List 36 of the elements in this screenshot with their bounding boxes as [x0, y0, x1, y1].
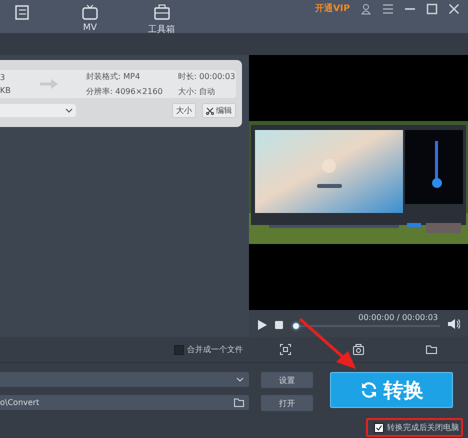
settings-button[interactable]: 设置	[261, 372, 313, 388]
duration-text: 时长: 00:00:03	[178, 71, 236, 82]
shutdown-checkbox[interactable]: 转换完成后关闭电脑	[374, 422, 459, 433]
toolbar-tab[interactable]: MV	[76, 4, 104, 36]
playback-time: 00:00:00 / 00:00:03	[358, 313, 438, 322]
chevron-down-icon	[65, 108, 73, 114]
resolution-text: 分辨率: 4096×2160	[86, 86, 164, 97]
user-icon[interactable]	[360, 2, 372, 14]
camera-icon[interactable]	[353, 344, 364, 355]
check-icon	[376, 424, 382, 430]
refresh-icon	[360, 381, 378, 399]
chevron-down-icon	[236, 376, 244, 382]
speaker-icon[interactable]	[448, 319, 460, 329]
toolbar-tab[interactable]: 工具箱	[144, 4, 179, 36]
edit-button[interactable]: 编辑	[202, 103, 236, 118]
output-path-field[interactable]: o\Convert	[0, 395, 249, 410]
scissors-icon	[206, 106, 214, 114]
source-size: KB	[0, 86, 12, 95]
close-icon[interactable]	[448, 2, 460, 14]
folder-icon[interactable]	[234, 398, 244, 407]
annotation-arrow	[299, 318, 356, 369]
size-button[interactable]: 大小	[172, 103, 196, 118]
source-name: 3	[0, 73, 6, 82]
merge-checkbox[interactable]: 合并成一个文件	[174, 344, 243, 355]
menu-icon[interactable]	[382, 2, 394, 14]
toolbox-icon	[152, 4, 172, 22]
right-arrow-icon	[40, 79, 58, 89]
tv-icon	[80, 4, 100, 22]
screenshot-icon[interactable]	[280, 344, 291, 355]
open-button[interactable]: 打开	[261, 395, 313, 411]
format-text: 封装格式: MP4	[86, 71, 142, 82]
size-text: 大小: 自动	[178, 86, 216, 97]
play-icon[interactable]	[258, 320, 267, 330]
folder-icon[interactable]	[426, 344, 437, 355]
vip-link[interactable]: 开通VIP	[315, 2, 350, 15]
maximize-icon[interactable]	[426, 2, 438, 14]
